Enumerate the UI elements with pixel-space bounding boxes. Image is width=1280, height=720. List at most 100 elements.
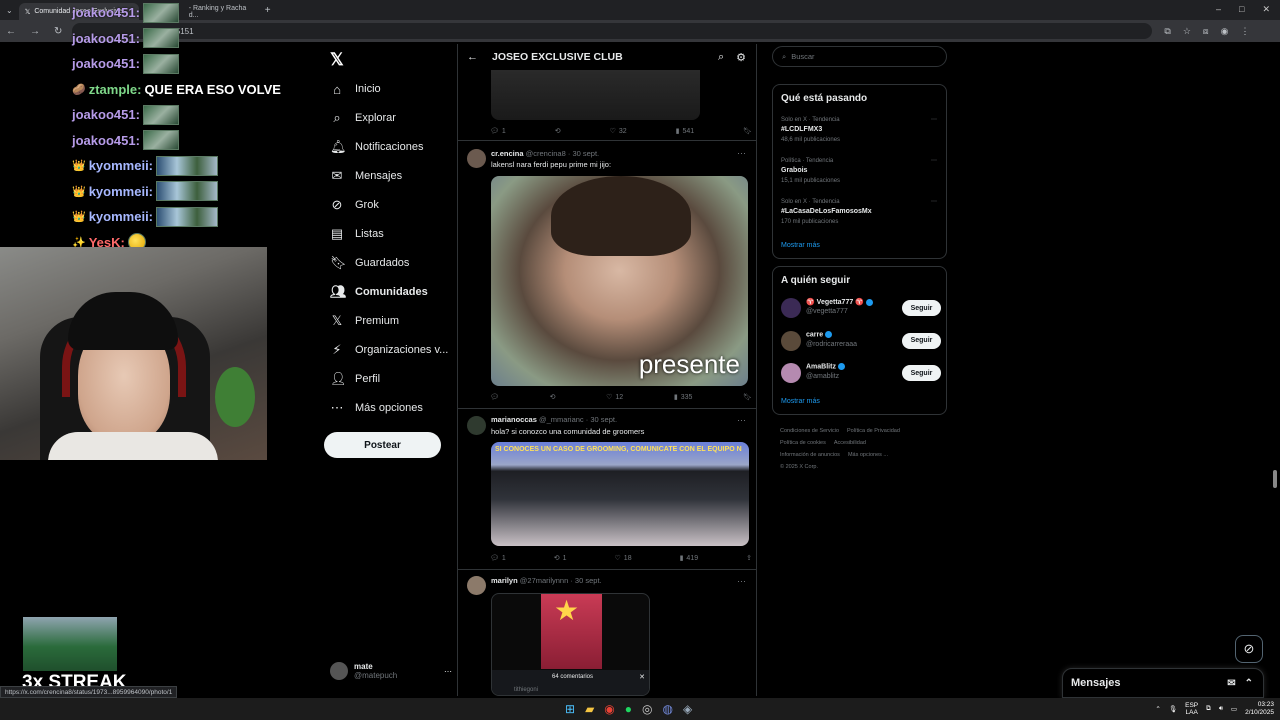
sidebar-item-organizaciones[interactable]: ⚡︎ Organizaciones v... [330,339,448,361]
tweet-photo[interactable]: presente [491,176,748,386]
messages-drawer[interactable]: Mensajes ✉ ⌃ [1062,668,1264,698]
trend-item[interactable]: Solo en X · Tendencia #LCDLFMX3 48,6 mil p… [781,115,941,145]
close-window-icon[interactable]: ✕ [1262,4,1270,15]
avatar[interactable] [467,576,486,595]
github-icon[interactable]: ◎ [642,702,652,716]
reply-button[interactable]: 💬︎ [490,393,499,401]
more-icon[interactable]: ⋯ [931,197,937,207]
follow-button[interactable]: Seguir [902,300,941,316]
more-icon[interactable]: ⋯ [737,148,746,159]
share-icon[interactable]: ⇪ [746,554,752,562]
compose-message-icon[interactable]: ✉ [1227,678,1235,689]
sidebar-item-comunidades[interactable]: 👥︎ Comunidades [330,281,428,303]
sidebar-item-mensajes[interactable]: ✉ Mensajes [330,165,403,187]
extension-icon[interactable]: ⧈ [1203,26,1209,37]
views-button[interactable]: ▮ 335 [674,393,693,402]
follow-suggestion[interactable]: AmaBlitz @amablitz Seguir [781,361,941,385]
footer-link[interactable]: Información de anuncios [780,452,840,458]
bookmark-star-icon[interactable]: ☆ [1183,26,1191,37]
repost-button[interactable]: ⟲ [550,393,556,401]
footer-link[interactable]: Política de Privacidad [847,428,900,434]
more-icon[interactable]: ⋯ [737,576,746,587]
avatar[interactable] [781,330,801,351]
trend-item[interactable]: Solo en X · Tendencia #LaCasaDeLosFamosos… [781,197,941,227]
sidebar-item-notificaciones[interactable]: 🔔︎ Notificaciones [330,136,423,158]
spotify-icon[interactable]: ● [625,702,632,716]
search-input[interactable]: ⌕ Buscar [772,46,947,67]
steam-icon[interactable]: ◈ [683,702,692,716]
sidebar-item-perfil[interactable]: 👤︎ Perfil [330,368,380,390]
file-explorer-icon[interactable]: ▰ [585,702,594,716]
volume-icon[interactable]: 🔊︎ [1219,705,1223,713]
follow-suggestion[interactable]: carre @rodricarreraaa Seguir [781,329,941,353]
footer-link[interactable]: Condiciones de Servicio [780,428,839,434]
back-arrow-icon[interactable]: ← [467,51,478,63]
bookmark-icon[interactable]: 🔖︎ [743,393,752,401]
tweet-media[interactable] [491,70,700,120]
avatar[interactable] [781,363,801,383]
like-button[interactable]: ♡ 18 [615,554,632,563]
like-button[interactable]: ♡ 32 [610,127,627,136]
clock[interactable]: 03:23 2/10/2025 [1245,701,1274,717]
chrome-menu-icon[interactable]: ⋮ [1241,26,1250,37]
more-icon[interactable]: ⋯ [931,115,937,125]
search-icon[interactable]: ⌕ [718,51,724,64]
repost-button[interactable]: ⟲ 1 [554,554,567,563]
more-icon[interactable]: ⋯ [737,415,746,426]
follow-suggestion[interactable]: ♈ Vegetta777 ♈ @vegetta777 Seguir [781,296,941,320]
sidebar-item-más[interactable]: ⋯ Más opciones [330,397,423,419]
streak-image [23,617,117,671]
mic-icon[interactable]: 🎙︎ [1169,705,1177,713]
close-icon[interactable]: ✕ [639,673,645,681]
cast-icon[interactable]: ⧉ [1164,26,1170,37]
sidebar-item-listas[interactable]: ▤ Listas [330,223,384,245]
repost-button[interactable]: ⟲ [555,127,561,135]
sidebar-item-guardados[interactable]: 🔖︎ Guardados [330,252,409,274]
footer-link[interactable]: Política de cookies [780,440,826,446]
tweet-photo[interactable]: SI CONOCES UN CASO DE GROOMING, COMUNÍCA… [491,442,749,546]
discord-icon[interactable]: ◍ [663,702,673,716]
follow-button[interactable]: Seguir [902,365,941,381]
views-button[interactable]: ▮ 541 [676,127,695,136]
show-more-link[interactable]: Mostrar más [781,242,820,249]
tray-chevron-icon[interactable]: ⌃ [1155,705,1160,713]
battery-icon[interactable]: ▭ [1231,705,1237,713]
sidebar-item-inicio[interactable]: ⌂ Inicio [330,78,381,100]
more-icon[interactable]: ⋯ [931,156,937,166]
follow-button[interactable]: Seguir [902,332,941,349]
bookmark-icon[interactable]: 🔖︎ [743,127,752,135]
footer-link[interactable]: © 2025 X Corp. [780,464,818,470]
show-more-link[interactable]: Mostrar más [781,398,820,405]
scrollbar[interactable] [1273,470,1277,488]
maximize-icon[interactable]: □ [1239,4,1244,15]
tweet-video[interactable]: ★ 64 comentarios ✕ tithiegoni [491,593,650,696]
avatar[interactable] [467,149,486,168]
reload-icon[interactable]: ↻ [54,26,62,37]
reply-button[interactable]: 💬︎ 1 [490,127,506,136]
windows-start-icon[interactable]: ⊞ [565,702,575,716]
like-button[interactable]: ♡ 12 [606,393,623,402]
profile-icon[interactable]: ◉ [1221,26,1229,37]
sidebar-item-explorar[interactable]: ⌕ Explorar [330,107,396,129]
post-button[interactable]: Postear [324,432,441,458]
account-switcher[interactable]: mate @matepuch ⋯ [330,662,452,680]
grok-button[interactable]: ⊘ [1235,635,1263,663]
expand-icon[interactable]: ⌃ [1245,678,1253,689]
footer-link[interactable]: Accesibilidad [834,440,866,446]
views-button[interactable]: ▮ 419 [680,554,699,563]
sidebar-item-premium[interactable]: 𝕏 Premium [330,310,399,332]
chrome-icon[interactable]: ◉ [604,702,614,716]
forward-icon[interactable]: → [30,26,40,37]
gear-icon[interactable]: ⚙ [736,51,746,64]
tab-menu-icon[interactable]: ⌄ [0,6,19,15]
back-icon[interactable]: ← [6,26,16,37]
x-logo-icon[interactable]: 𝕏 [330,50,344,70]
reply-button[interactable]: 💬︎ 1 [490,554,506,563]
minimize-icon[interactable]: – [1216,4,1221,15]
avatar[interactable] [467,416,486,435]
avatar[interactable] [781,298,801,318]
sidebar-item-grok[interactable]: ⊘ Grok [330,194,379,216]
trend-item[interactable]: Política · Tendencia Grabois 15,1 mil publ… [781,156,941,186]
network-icon[interactable]: ⧉ [1206,705,1211,713]
footer-link[interactable]: Más opciones ... [848,452,888,458]
